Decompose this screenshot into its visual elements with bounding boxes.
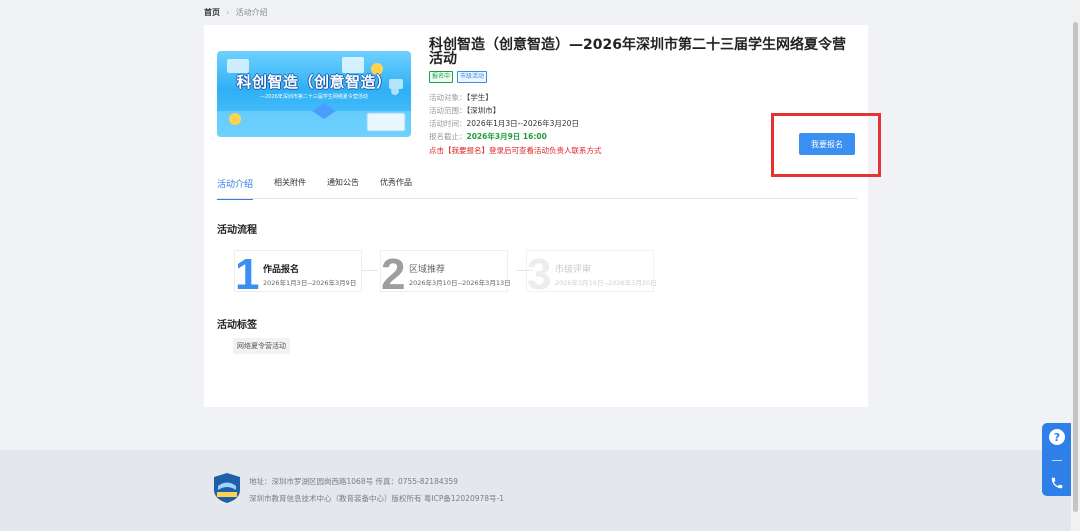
- footer: 地址：深圳市罗湖区园岗西路1068号 传真：0755-82184359 深圳市教…: [0, 450, 1080, 531]
- signup-button[interactable]: 我要报名: [799, 133, 855, 155]
- tab-works[interactable]: 优秀作品: [380, 177, 412, 200]
- step-connector: [516, 270, 532, 271]
- breadcrumb: 首页 › 活动介绍: [204, 7, 268, 18]
- activity-title: 科创智造（创意智造）—2026年深圳市第二十三届学生网络夏令营活动: [429, 37, 846, 67]
- step-number: 2: [381, 250, 406, 299]
- activity-label-chip[interactable]: 网络夏令营活动: [233, 338, 290, 354]
- activity-deadline: 报名截止：2026年3月9日 16:00: [429, 132, 547, 141]
- breadcrumb-separator-icon: ›: [226, 7, 230, 18]
- step-2: 2 区域推荐 2026年3月10日--2026年3月13日: [380, 250, 511, 297]
- step-dates: 2026年1月3日--2026年3月9日: [263, 279, 357, 287]
- phone-icon[interactable]: [1050, 476, 1064, 490]
- step-number: 1: [235, 250, 260, 299]
- scope-value: 【深圳市】: [466, 106, 501, 115]
- deadline-label: 报名截止：: [429, 132, 467, 141]
- page-scrollbar[interactable]: [1071, 0, 1080, 531]
- level-badge: 市级活动: [457, 71, 488, 83]
- step-1: 1 作品报名 2026年1月3日--2026年3月9日: [234, 250, 362, 297]
- step-name: 作品报名: [263, 265, 300, 275]
- target-label: 活动对象：: [429, 93, 467, 102]
- question-icon[interactable]: ?: [1049, 429, 1065, 445]
- step-number: 3: [527, 250, 552, 299]
- side-float-toolbar: ?: [1042, 423, 1072, 496]
- login-notice: 点击【我要报名】登录后可查看活动负责人联系方式: [429, 146, 602, 155]
- target-value: 【学生】: [466, 93, 493, 102]
- labels-title: 活动标签: [217, 320, 257, 331]
- activity-time: 活动时间：2026年1月3日--2026年3月20日: [429, 119, 579, 128]
- tab-intro[interactable]: 活动介绍: [217, 177, 254, 200]
- tab-attachments[interactable]: 相关附件: [274, 177, 306, 200]
- step-dates: 2026年3月16日--2026年3月20日: [555, 279, 657, 287]
- step-dates: 2026年3月10日--2026年3月13日: [409, 279, 511, 287]
- tab-bar: 活动介绍 相关附件 通知公告 优秀作品: [217, 177, 412, 200]
- footer-address: 地址：深圳市罗湖区园岗西路1068号 传真：0755-82184359: [249, 477, 458, 486]
- time-value: 2026年1月3日--2026年3月20日: [466, 119, 579, 128]
- deadline-value: 2026年3月9日 16:00: [466, 132, 547, 141]
- activity-banner-image: 科创智造（创意智造） —2026年深圳市第二十三届学生网络夏令营活动: [217, 51, 411, 137]
- footer-copyright: 深圳市教育信息技术中心（教育装备中心）版权所有 粤ICP备12020978号-1: [249, 494, 505, 503]
- activity-tags: 报名中 市级活动: [429, 71, 488, 83]
- time-label: 活动时间：: [429, 119, 467, 128]
- process-steps: 1 作品报名 2026年1月3日--2026年3月9日 2 区域推荐 2026年…: [234, 250, 672, 297]
- process-title: 活动流程: [217, 225, 257, 236]
- step-3: 3 市级评审 2026年3月16日--2026年3月20日: [526, 250, 657, 297]
- tabs-divider: [217, 198, 858, 199]
- step-connector: [362, 270, 378, 271]
- footer-logo-icon: [214, 473, 240, 503]
- breadcrumb-current: 活动介绍: [235, 8, 268, 17]
- tab-notices[interactable]: 通知公告: [327, 177, 359, 200]
- toolbar-divider: [1052, 460, 1062, 461]
- activity-card: 科创智造（创意智造） —2026年深圳市第二十三届学生网络夏令营活动 科创智造（…: [204, 25, 881, 407]
- scope-label: 活动范围：: [429, 106, 467, 115]
- scrollbar-thumb[interactable]: [1073, 22, 1078, 512]
- step-name: 区域推荐: [409, 265, 446, 275]
- banner-title: 科创智造（创意智造）: [236, 73, 392, 91]
- activity-target: 活动对象：【学生】: [429, 93, 493, 102]
- step-name: 市级评审: [555, 265, 592, 275]
- breadcrumb-home[interactable]: 首页: [204, 7, 220, 18]
- activity-scope: 活动范围：【深圳市】: [429, 106, 500, 115]
- banner-subtitle: —2026年深圳市第二十三届学生网络夏令营活动: [260, 94, 368, 100]
- status-badge: 报名中: [429, 71, 454, 83]
